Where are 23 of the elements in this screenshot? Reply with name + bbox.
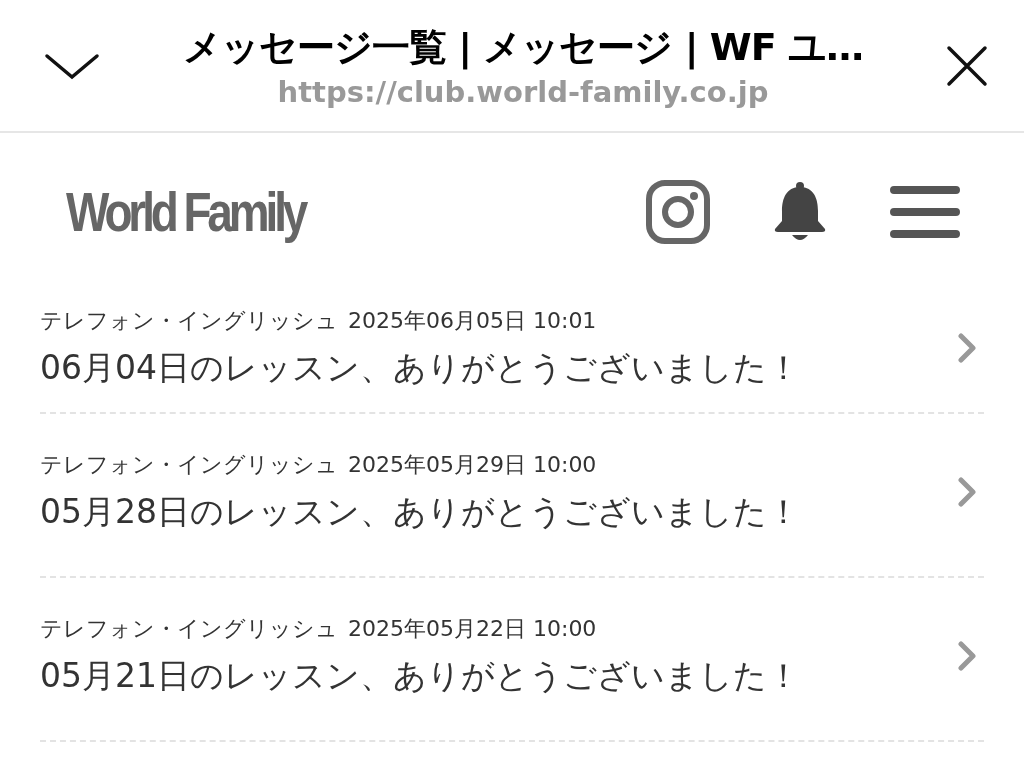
message-date: 2025年06月05日 10:01 xyxy=(348,306,597,335)
logo[interactable]: World Family xyxy=(66,179,305,244)
message-sender: テレフォン・イングリッシュ xyxy=(40,614,338,643)
chevron-right-icon xyxy=(958,641,976,671)
page-url: https://club.world-family.co.jp xyxy=(277,75,769,109)
close-button[interactable] xyxy=(946,44,988,87)
bell-icon[interactable] xyxy=(772,180,828,243)
page-title: メッセージ一覧 | メッセージ | WF ユ… xyxy=(183,24,863,72)
message-subject: 05月21日のレッスン、ありがとうございました！ xyxy=(40,654,800,697)
message-item[interactable]: テレフォン・イングリッシュ 2025年05月29日 10:00 05月28日のレッスン、ありがとうございました！ xyxy=(40,414,984,578)
message-date: 2025年05月22日 10:00 xyxy=(348,614,597,643)
message-sender: テレフォン・イングリッシュ xyxy=(40,306,338,335)
chevron-right-icon xyxy=(958,477,976,507)
close-icon xyxy=(946,44,988,87)
menu-icon[interactable] xyxy=(890,183,960,240)
message-item[interactable]: テレフォン・イングリッシュ 2025年05月22日 10:00 05月21日のレッスン、ありがとうございました！ xyxy=(40,578,984,742)
message-sender: テレフォン・イングリッシュ xyxy=(40,450,338,479)
message-subject: 06月04日のレッスン、ありがとうございました！ xyxy=(40,346,800,389)
chevron-right-icon xyxy=(958,333,976,363)
message-date: 2025年05月29日 10:00 xyxy=(348,450,597,479)
instagram-icon[interactable] xyxy=(646,179,710,244)
message-item[interactable]: テレフォン・イングリッシュ 2025年06月05日 10:01 06月04日のレッスン、ありがとうございました！ xyxy=(40,290,984,414)
message-subject: 05月28日のレッスン、ありがとうございました！ xyxy=(40,490,800,533)
